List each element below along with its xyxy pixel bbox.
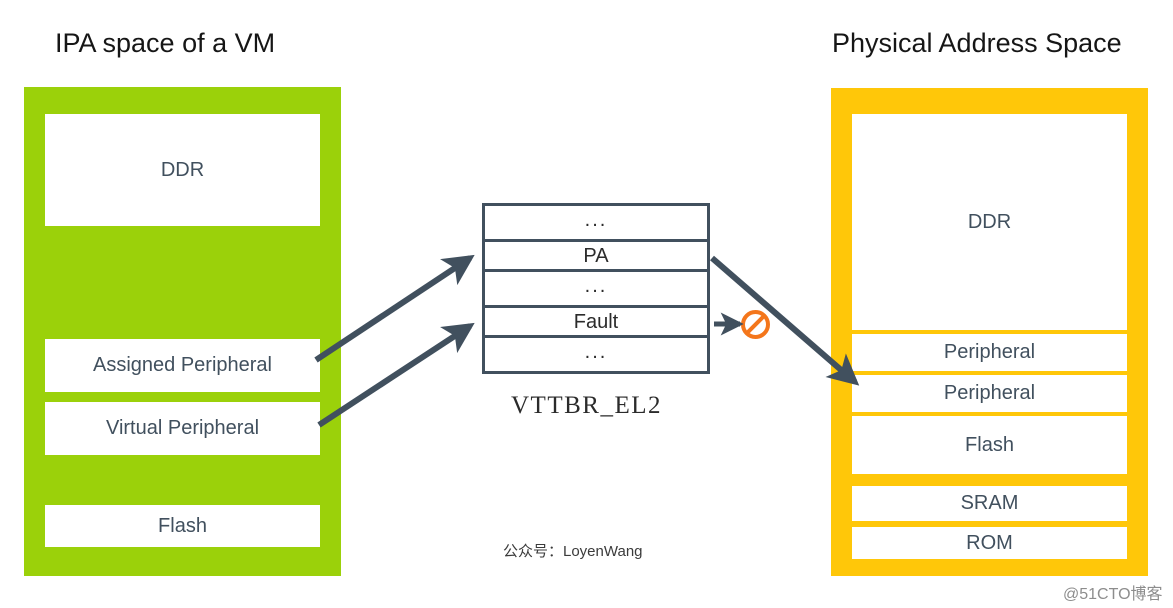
table-row: ...: [485, 272, 707, 308]
diagram-canvas: IPA space of a VM DDR Assigned Periphera…: [0, 0, 1173, 608]
watermark-center: 公众号：LoyenWang: [503, 543, 643, 560]
no-entry-icon: [741, 310, 770, 339]
table-row-fault: Fault: [485, 308, 707, 338]
table-row: ...: [485, 206, 707, 242]
ipa-region-assigned-peripheral: Assigned Peripheral: [45, 339, 320, 392]
pas-region-ddr: DDR: [852, 114, 1127, 330]
physical-address-space-title: Physical Address Space: [832, 28, 1122, 58]
pas-region-peripheral-2: Peripheral: [852, 375, 1127, 412]
ipa-region-flash: Flash: [45, 505, 320, 547]
ipa-space-title: IPA space of a VM: [55, 28, 276, 58]
pas-region-sram: SRAM: [852, 486, 1127, 521]
pas-region-rom: ROM: [852, 527, 1127, 559]
watermark-corner: @51CTO博客: [1063, 586, 1163, 603]
translation-table-body: ... PA ... Fault ...: [482, 203, 710, 374]
table-row: ...: [584, 340, 608, 363]
translation-table-label: VTTBR_EL2: [511, 392, 662, 419]
arrow-virtual-peripheral-to-fault: [317, 322, 475, 428]
ipa-space-block: DDR Assigned Peripheral Virtual Peripher…: [24, 87, 341, 576]
cut-off-text-sliver: [118, 0, 1118, 2]
physical-address-space-block: DDR Peripheral Peripheral Flash SRAM ROM: [831, 88, 1148, 576]
pas-region-flash: Flash: [852, 416, 1127, 474]
table-row-pa: PA: [485, 242, 707, 272]
ipa-region-virtual-peripheral: Virtual Peripheral: [45, 402, 320, 455]
pas-region-peripheral-1: Peripheral: [852, 334, 1127, 371]
ipa-region-ddr: DDR: [45, 114, 320, 226]
translation-table: ... PA ... Fault ...: [482, 203, 710, 374]
